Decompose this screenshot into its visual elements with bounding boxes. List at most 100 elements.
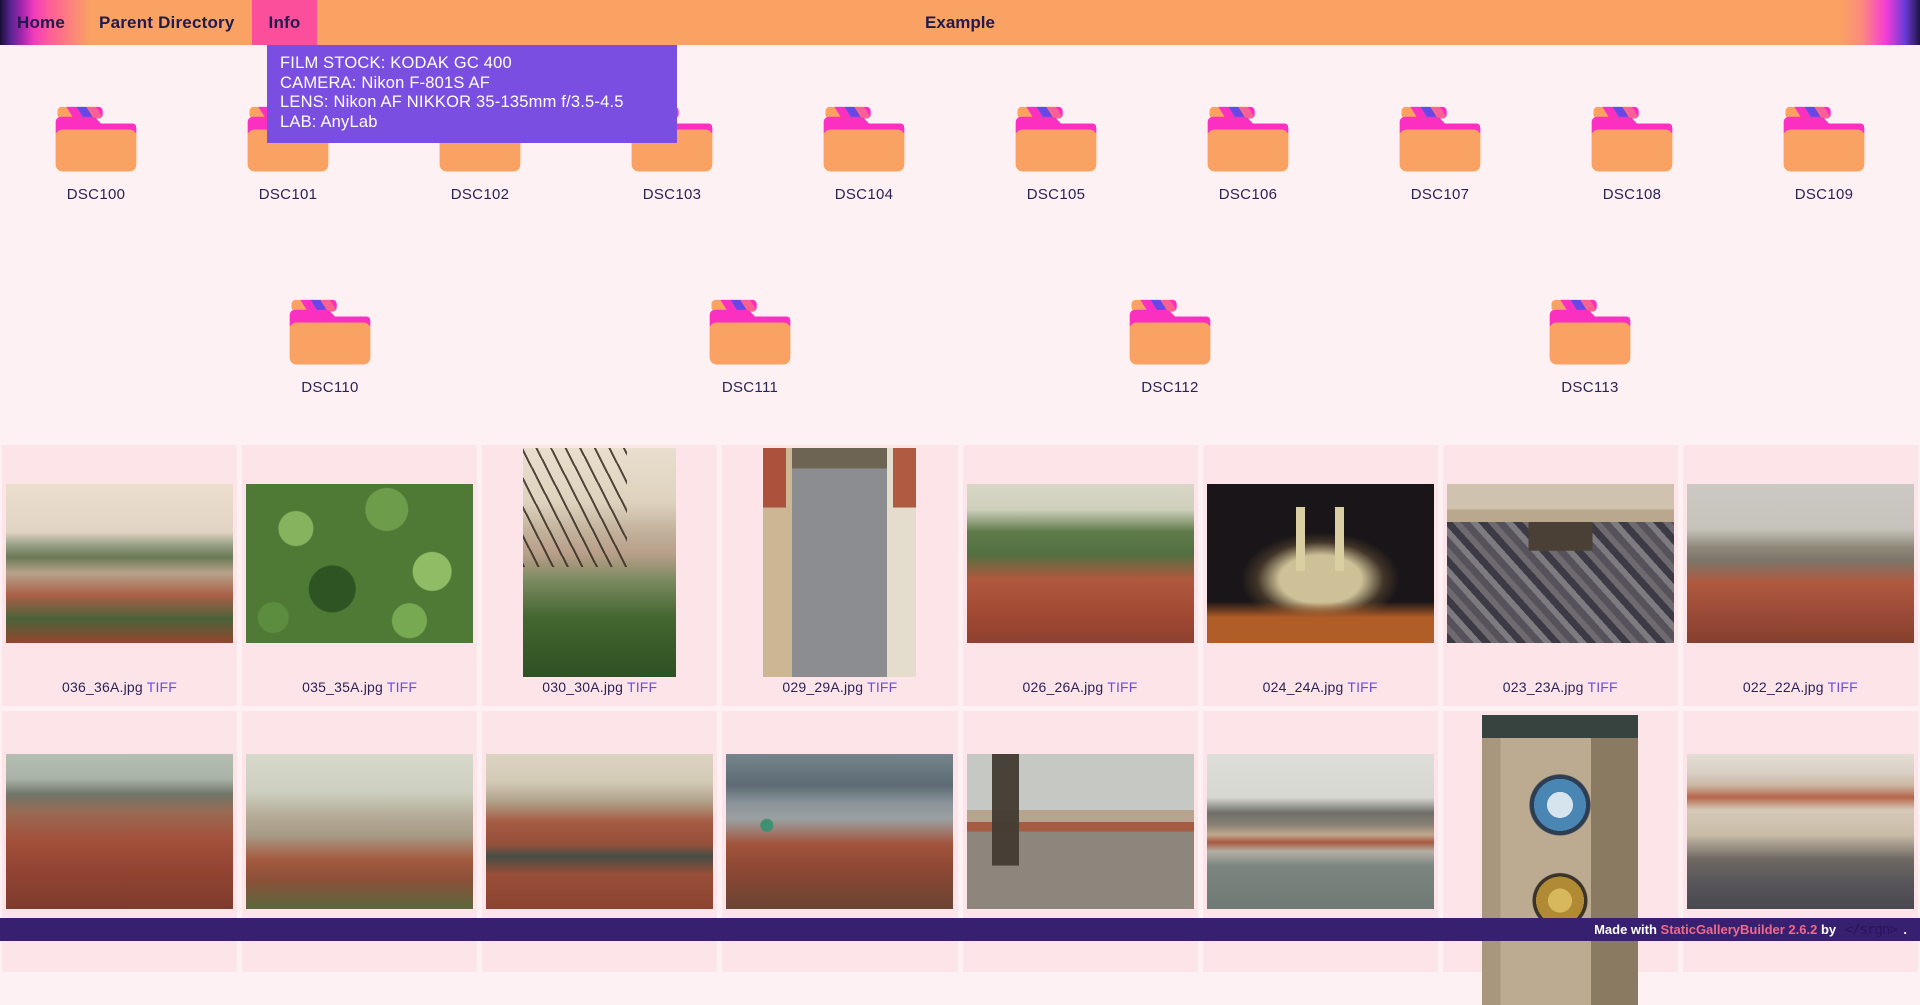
folder-label: DSC105	[1027, 186, 1086, 203]
photo-caption: 036_36A.jpg TIFF	[2, 679, 237, 695]
folder-dsc107[interactable]: DSC107	[1344, 106, 1536, 203]
photo-filename: 030_30A.jpg	[542, 679, 623, 695]
folder-label: DSC101	[259, 186, 318, 203]
photo-filename: 035_35A.jpg	[302, 679, 383, 695]
folder-icon	[1014, 106, 1098, 173]
photo-thumbnail[interactable]	[967, 754, 1194, 909]
gallery-builder-link[interactable]: StaticGalleryBuilder 2.6.2	[1661, 922, 1818, 937]
folder-label: DSC108	[1603, 186, 1662, 203]
folder-icon	[1590, 106, 1674, 173]
folder-label: DSC109	[1795, 186, 1854, 203]
photo-thumbnail[interactable]	[726, 754, 953, 909]
folder-dsc105[interactable]: DSC105	[960, 106, 1152, 203]
folder-dsc113[interactable]: DSC113	[1380, 299, 1800, 396]
photo-thumbnail-023-23a[interactable]	[1447, 484, 1674, 643]
srgn-logo[interactable]: </srgn>	[1845, 922, 1897, 938]
folder-label: DSC112	[1141, 379, 1198, 396]
tooltip-line-lens: LENS: Nikon AF NIKKOR 35-135mm f/3.5-4.5	[280, 93, 664, 113]
folder-dsc108[interactable]: DSC108	[1536, 106, 1728, 203]
folder-dsc110[interactable]: DSC110	[120, 299, 540, 396]
folder-label: DSC110	[301, 379, 358, 396]
photo-filename: 036_36A.jpg	[62, 679, 143, 695]
folder-dsc112[interactable]: DSC112	[960, 299, 1380, 396]
photo-caption: 023_23A.jpg TIFF	[1443, 679, 1678, 695]
photo-cell: 029_29A.jpg TIFF	[722, 445, 957, 706]
footer-period: .	[1900, 922, 1907, 937]
photo-caption: 030_30A.jpg TIFF	[482, 679, 717, 695]
photo-cell: 026_26A.jpg TIFF	[963, 445, 1198, 706]
photo-thumbnail-035-35a[interactable]	[246, 484, 473, 643]
photo-caption: 024_24A.jpg TIFF	[1203, 679, 1438, 695]
tooltip-line-film-stock: FILM STOCK: KODAK GC 400	[280, 54, 664, 74]
photo-thumbnail-026-26a[interactable]	[967, 484, 1194, 643]
tiff-link[interactable]: TIFF	[1587, 679, 1617, 695]
tiff-link[interactable]: TIFF	[1347, 679, 1377, 695]
footer-by-text: by	[1817, 922, 1839, 937]
photo-thumbnail[interactable]	[486, 754, 713, 909]
footer-made-with-text: Made with	[1594, 922, 1660, 937]
folder-icon	[1128, 299, 1212, 366]
folder-icon	[708, 299, 792, 366]
photo-cell: 024_24A.jpg TIFF	[1203, 445, 1438, 706]
photo-thumbnail-029-29a[interactable]	[763, 448, 916, 677]
tiff-link[interactable]: TIFF	[867, 679, 897, 695]
photo-thumbnail-030-30a[interactable]	[523, 448, 676, 677]
folder-dsc111[interactable]: DSC111	[540, 299, 960, 396]
top-nav: Home Parent Directory Info Example	[0, 0, 1920, 45]
folder-icon	[1782, 106, 1866, 173]
tooltip-line-lab: LAB: AnyLab	[280, 113, 664, 133]
folder-row-2: DSC110 DSC111 DSC112 DSC113	[0, 299, 1920, 396]
tiff-link[interactable]: TIFF	[1107, 679, 1137, 695]
nav-parent-directory-link[interactable]: Parent Directory	[82, 0, 251, 45]
folder-dsc100[interactable]: DSC100	[0, 106, 192, 203]
folder-dsc106[interactable]: DSC106	[1152, 106, 1344, 203]
photo-cell: 030_30A.jpg TIFF	[482, 445, 717, 706]
folder-icon	[1548, 299, 1632, 366]
nav-info-link[interactable]: Info	[252, 0, 318, 45]
photo-filename: 026_26A.jpg	[1023, 679, 1104, 695]
photo-thumbnail[interactable]	[1207, 754, 1434, 909]
photo-thumbnail-022-22a[interactable]	[1687, 484, 1914, 643]
folder-icon	[288, 299, 372, 366]
photo-thumbnail-024-24a[interactable]	[1207, 484, 1434, 643]
folder-label: DSC106	[1219, 186, 1278, 203]
tiff-link[interactable]: TIFF	[627, 679, 657, 695]
tiff-link[interactable]: TIFF	[387, 679, 417, 695]
tooltip-line-camera: CAMERA: Nikon F-801S AF	[280, 74, 664, 94]
folder-icon	[822, 106, 906, 173]
photo-cell: 035_35A.jpg TIFF	[242, 445, 477, 706]
photo-filename: 022_22A.jpg	[1743, 679, 1824, 695]
folder-label: DSC107	[1411, 186, 1470, 203]
photo-thumbnail-036-36a[interactable]	[6, 484, 233, 643]
info-tooltip: FILM STOCK: KODAK GC 400 CAMERA: Nikon F…	[267, 45, 677, 143]
folder-icon	[1206, 106, 1290, 173]
folder-label: DSC100	[67, 186, 126, 203]
photo-filename: 029_29A.jpg	[782, 679, 863, 695]
photo-cell: 036_36A.jpg TIFF	[2, 445, 237, 706]
photo-caption: 035_35A.jpg TIFF	[242, 679, 477, 695]
photo-caption: 029_29A.jpg TIFF	[722, 679, 957, 695]
folder-label: DSC103	[643, 186, 702, 203]
photo-caption: 022_22A.jpg TIFF	[1683, 679, 1918, 695]
photo-thumbnail[interactable]	[1687, 754, 1914, 909]
photo-caption: 026_26A.jpg TIFF	[963, 679, 1198, 695]
folder-dsc104[interactable]: DSC104	[768, 106, 960, 203]
folder-icon	[1398, 106, 1482, 173]
folder-label: DSC104	[835, 186, 894, 203]
folder-dsc109[interactable]: DSC109	[1728, 106, 1920, 203]
tiff-link[interactable]: TIFF	[1828, 679, 1858, 695]
folder-label: DSC102	[451, 186, 510, 203]
photo-filename: 024_24A.jpg	[1263, 679, 1344, 695]
nav-home-link[interactable]: Home	[0, 0, 82, 45]
folder-label: DSC113	[1561, 379, 1618, 396]
photo-cell: 023_23A.jpg TIFF	[1443, 445, 1678, 706]
photo-thumbnail[interactable]	[246, 754, 473, 909]
tiff-link[interactable]: TIFF	[147, 679, 177, 695]
photo-filename: 023_23A.jpg	[1503, 679, 1584, 695]
photo-cell: 022_22A.jpg TIFF	[1683, 445, 1918, 706]
photo-grid: 036_36A.jpg TIFF 035_35A.jpg TIFF 030_30…	[0, 445, 1920, 972]
folder-label: DSC111	[722, 379, 778, 396]
photo-thumbnail-astronomical-clock[interactable]	[1482, 715, 1638, 1005]
photo-thumbnail[interactable]	[6, 754, 233, 909]
footer-bar: Made with StaticGalleryBuilder 2.6.2 by …	[0, 918, 1920, 941]
